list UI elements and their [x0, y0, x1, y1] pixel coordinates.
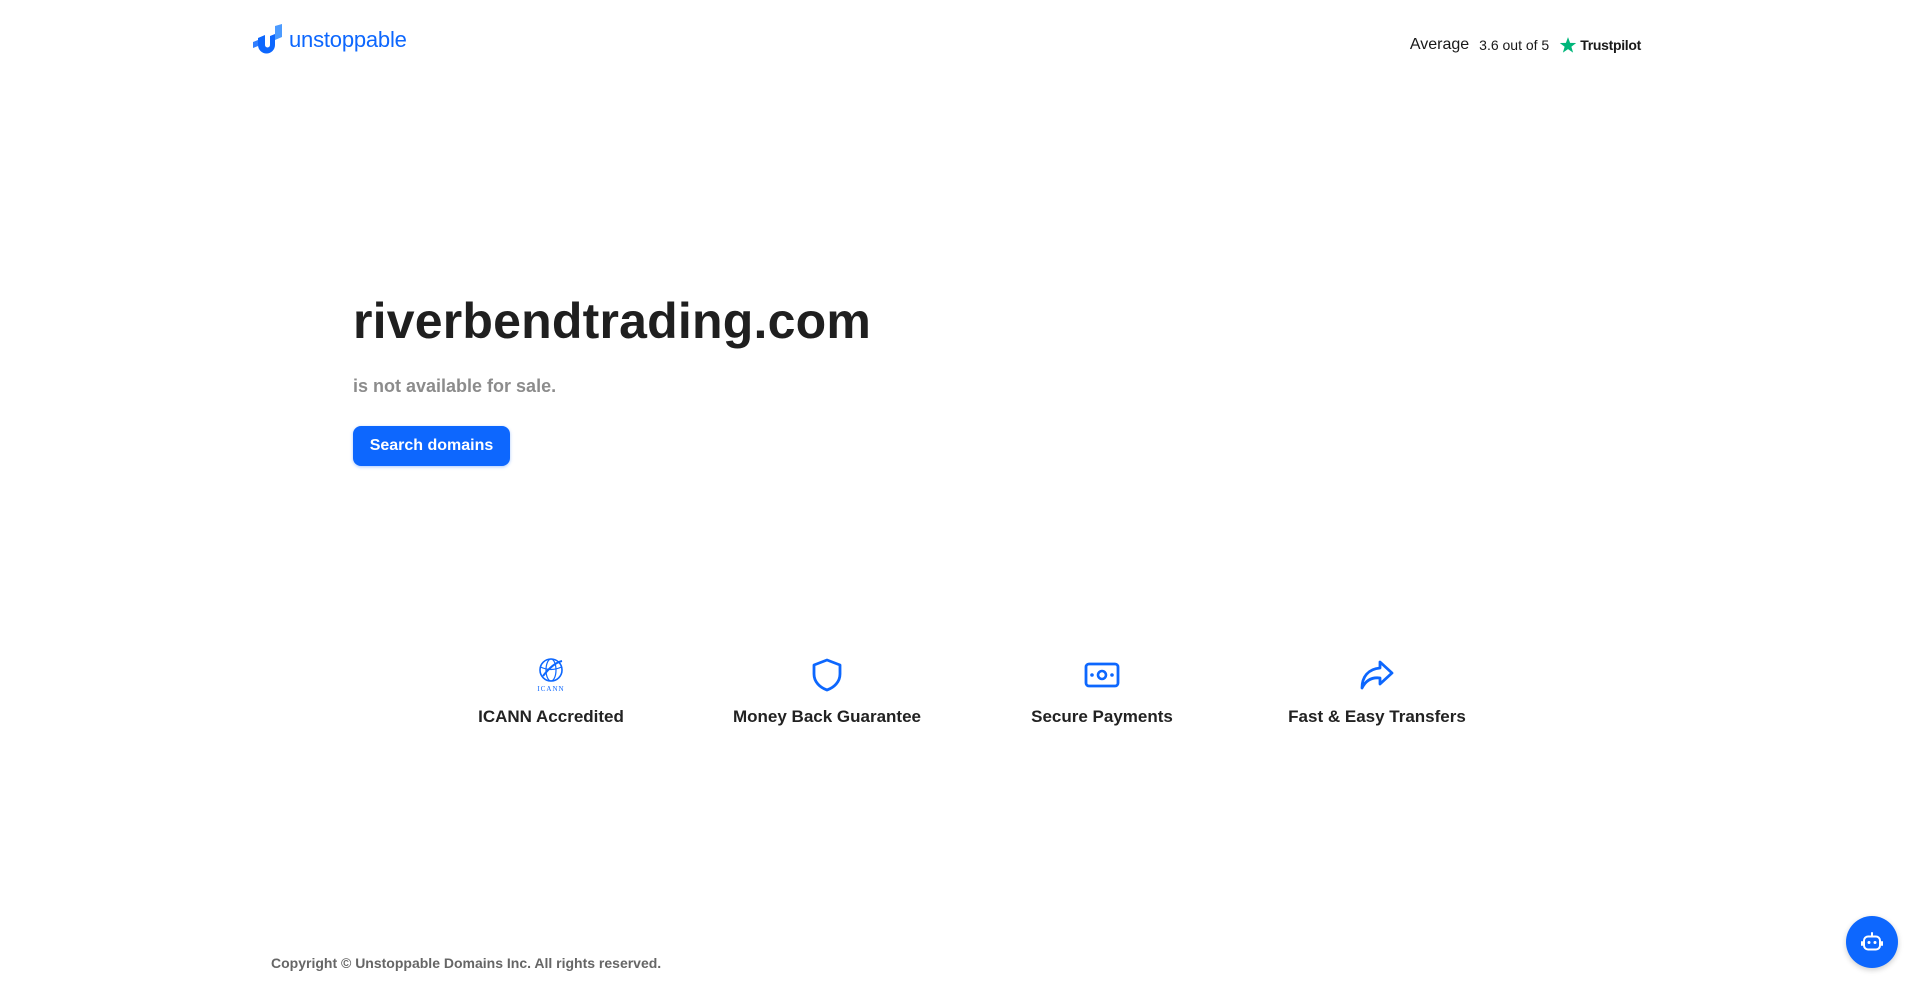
page: unstoppable Average 3.6 out of 5 Trustpi…	[0, 0, 1920, 993]
feature-label-icann: ICANN Accredited	[478, 707, 624, 726]
feature-label-secure-payments: Secure Payments	[1031, 707, 1173, 726]
domain-name-heading: riverbendtrading.com	[353, 293, 871, 349]
icann-logo-text: ICANN	[537, 685, 564, 693]
icann-logo-icon: ICANN	[531, 655, 571, 695]
trustpilot-rating[interactable]: Average 3.6 out of 5 Trustpilot	[1410, 36, 1641, 54]
brand-name: unstoppable	[289, 27, 407, 52]
rating-label: Average	[1409, 36, 1470, 53]
features-row: ICANN ICANN Accredited Money Back Guaran…	[0, 655, 1920, 735]
feature-label-transfers: Fast & Easy Transfers	[1288, 707, 1466, 726]
feature-secure-payments: Secure Payments	[982, 655, 1222, 727]
feature-transfers: Fast & Easy Transfers	[1257, 655, 1497, 727]
trustpilot-brand: Trustpilot	[1559, 36, 1641, 54]
trustpilot-name: Trustpilot	[1580, 37, 1641, 53]
chat-assistant-button[interactable]	[1846, 916, 1898, 968]
share-arrow-icon	[1357, 655, 1397, 695]
feature-money-back: Money Back Guarantee	[707, 655, 947, 727]
bot-icon	[1861, 932, 1883, 951]
copyright-text: Copyright © Unstoppable Domains Inc. All…	[271, 955, 662, 971]
unstoppable-logo-icon	[253, 24, 282, 54]
trustpilot-star-icon	[1560, 37, 1577, 53]
feature-label-money-back: Money Back Guarantee	[732, 707, 921, 726]
cash-icon	[1082, 655, 1122, 695]
rating-score: 3.6 out of 5	[1479, 37, 1550, 53]
feature-icann: ICANN ICANN Accredited	[431, 655, 671, 727]
shield-icon	[807, 655, 847, 695]
brand-logo-link[interactable]: unstoppable	[253, 24, 407, 56]
availability-status: is not available for sale.	[353, 376, 557, 396]
search-domains-button[interactable]: Search domains	[353, 426, 510, 466]
